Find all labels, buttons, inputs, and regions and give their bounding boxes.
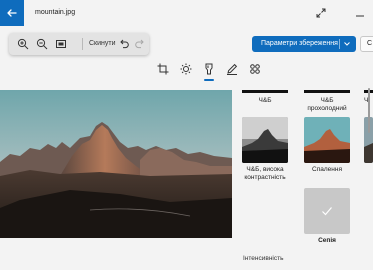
undo-button[interactable] [117,37,131,51]
minimize-icon [356,15,364,17]
checkmark-icon [322,207,332,216]
filter-label-bw: Ч&Б [258,97,272,104]
zoom-in-button[interactable] [16,37,30,51]
zoom-toolbar: Скинути [9,33,149,55]
adjust-tool-button[interactable] [179,62,193,76]
back-arrow-icon [7,9,17,17]
filter-thumb-sepia[interactable] [304,188,350,234]
intensity-label: Інтенсивність [243,255,284,262]
panel-scrollbar[interactable] [368,88,370,133]
toolbar-divider [82,38,83,50]
photo-canvas[interactable] [0,90,232,238]
back-button[interactable] [0,0,24,26]
undo-icon [120,39,129,49]
crop-tool-button[interactable] [156,62,170,76]
mountain-photo [0,90,232,238]
redo-button[interactable] [133,37,147,51]
expand-icon [316,8,326,18]
zoom-out-button[interactable] [35,37,49,51]
expand-button[interactable] [314,6,328,20]
zoom-out-icon [36,38,48,50]
filter-label-sepia: Сепія [318,237,336,244]
filter-label-bw-high-contrast: Ч&Б, висока контрастність [244,166,286,181]
chevron-down-icon [344,42,350,46]
filter-label-bw-cool: Ч&Б прохолодний [307,97,347,112]
more-icon [250,64,260,74]
filter-icon [205,63,213,75]
markup-icon [227,63,238,75]
filter-label-burn: Спалення [312,166,342,173]
save-options-button[interactable]: Параметри збереження [252,36,356,52]
reset-button[interactable]: Скинути [89,40,116,47]
zoom-in-icon [17,38,29,50]
other-button[interactable]: С [360,36,373,52]
fit-to-window-icon [56,40,66,48]
burn-mountain-thumbnail [304,117,350,163]
save-options-label: Параметри збереження [261,40,338,47]
brightness-icon [180,63,192,75]
filter-tool-button[interactable] [202,62,216,76]
filter-thumb-bw-cool[interactable] [304,90,350,93]
minimize-button[interactable] [352,8,368,18]
file-name: mountain.jpg [35,9,76,16]
bw-mountain-thumbnail [242,117,288,163]
fit-to-window-button[interactable] [54,37,68,51]
title-bar: mountain.jpg [0,0,373,26]
crop-icon [157,63,169,75]
filter-thumb-burn[interactable] [304,117,350,163]
active-tool-indicator [204,79,214,81]
save-options-divider [339,39,340,49]
redo-icon [135,39,144,49]
filter-thumb-bw-high-contrast[interactable] [242,117,288,163]
edit-tools [150,62,270,78]
markup-tool-button[interactable] [225,62,239,76]
filter-thumb-bw[interactable] [242,90,288,93]
more-tools-button[interactable] [248,62,262,76]
